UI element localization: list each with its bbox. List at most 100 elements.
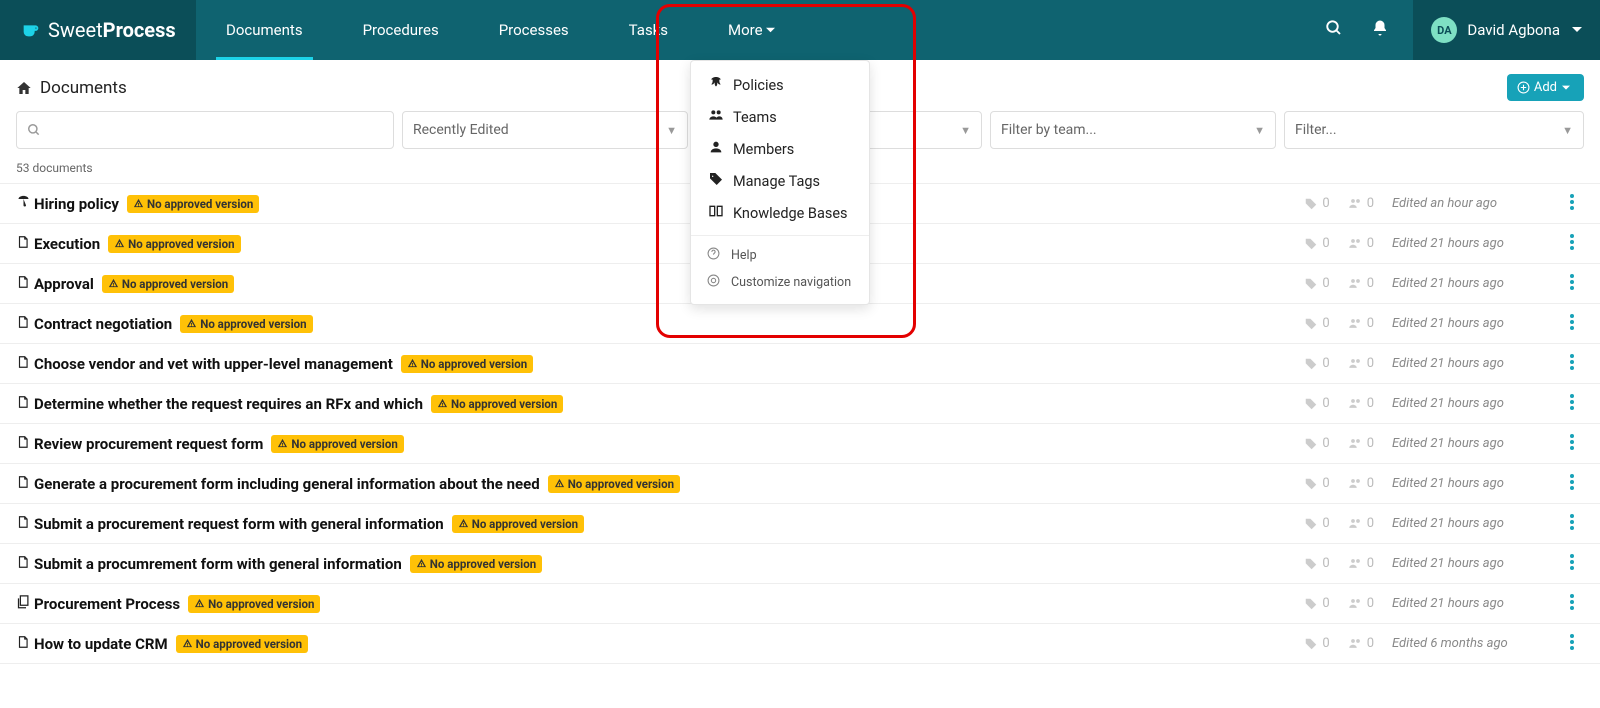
status-badge: No approved version bbox=[410, 555, 542, 573]
document-row[interactable]: Determine whether the request requires a… bbox=[0, 384, 1600, 424]
tag-count: 0 bbox=[1304, 436, 1329, 451]
document-row[interactable]: Submit a procurement request form with g… bbox=[0, 504, 1600, 544]
tag-count: 0 bbox=[1304, 196, 1329, 211]
more-dropdown: PoliciesTeamsMembers Manage Tags Knowledge… bbox=[690, 60, 870, 305]
row-actions-menu[interactable] bbox=[1560, 234, 1584, 254]
dropdown-item-knowledge-bases[interactable]: Knowledge Bases bbox=[691, 197, 869, 229]
dropdown-item-label: Manage Tags bbox=[733, 173, 820, 190]
bell-icon[interactable] bbox=[1357, 19, 1403, 41]
row-actions-menu[interactable] bbox=[1560, 354, 1584, 374]
members-icon bbox=[707, 139, 725, 159]
doc-icon bbox=[16, 634, 34, 653]
edited-time: Edited 21 hours ago bbox=[1392, 436, 1542, 451]
row-meta: 00Edited 21 hours ago bbox=[1304, 314, 1584, 334]
document-row[interactable]: Procurement ProcessNo approved version00… bbox=[0, 584, 1600, 624]
tag-count: 0 bbox=[1304, 316, 1329, 331]
search-input[interactable] bbox=[16, 111, 394, 149]
badge-label: No approved version bbox=[451, 397, 557, 411]
search-icon[interactable] bbox=[1311, 19, 1357, 41]
row-actions-menu[interactable] bbox=[1560, 514, 1584, 534]
tag-count: 0 bbox=[1304, 476, 1329, 491]
badge-label: No approved version bbox=[147, 197, 253, 211]
nav-item-tasks[interactable]: Tasks bbox=[599, 0, 698, 60]
brand-text-1: Sweet bbox=[48, 18, 103, 42]
row-actions-menu[interactable] bbox=[1560, 314, 1584, 334]
nav-item-processes[interactable]: Processes bbox=[469, 0, 599, 60]
badge-label: No approved version bbox=[128, 237, 234, 251]
status-badge: No approved version bbox=[180, 315, 312, 333]
multi-icon bbox=[16, 594, 34, 613]
doc-icon bbox=[16, 554, 34, 573]
dropdown-item-manage-tags[interactable]: Manage Tags bbox=[691, 165, 869, 197]
add-button[interactable]: Add bbox=[1507, 74, 1584, 101]
edited-time: Edited 21 hours ago bbox=[1392, 396, 1542, 411]
status-badge: No approved version bbox=[102, 275, 234, 293]
document-title: Generate a procurement form including ge… bbox=[34, 475, 540, 493]
status-badge: No approved version bbox=[401, 355, 533, 373]
row-meta: 00Edited 21 hours ago bbox=[1304, 394, 1584, 414]
dropdown-item-help[interactable]: Help bbox=[691, 242, 869, 269]
nav-item-documents[interactable]: Documents bbox=[196, 0, 333, 60]
dropdown-item-label: Help bbox=[731, 248, 757, 263]
knowledge-bases-icon bbox=[707, 203, 725, 223]
edited-time: Edited 21 hours ago bbox=[1392, 316, 1542, 331]
teams-icon bbox=[707, 107, 725, 127]
row-actions-menu[interactable] bbox=[1560, 274, 1584, 294]
edited-time: Edited 21 hours ago bbox=[1392, 236, 1542, 251]
document-title: Choose vendor and vet with upper-level m… bbox=[34, 355, 393, 373]
doc-icon bbox=[16, 354, 34, 373]
row-actions-menu[interactable] bbox=[1560, 194, 1584, 214]
status-badge: No approved version bbox=[548, 475, 680, 493]
dropdown-item-customize-navigation[interactable]: Customize navigation bbox=[691, 269, 869, 296]
document-row[interactable]: How to update CRMNo approved version00Ed… bbox=[0, 624, 1600, 664]
brand-text-2: Process bbox=[103, 18, 176, 42]
document-title: Submit a procumrement form with general … bbox=[34, 555, 402, 573]
tag-filter-select[interactable]: Filter... ▼ bbox=[1284, 111, 1584, 149]
row-meta: 00Edited 21 hours ago bbox=[1304, 514, 1584, 534]
document-row[interactable]: Review procurement request formNo approv… bbox=[0, 424, 1600, 464]
tag-count: 0 bbox=[1304, 236, 1329, 251]
brand-logo[interactable]: SweetProcess bbox=[0, 0, 196, 60]
add-button-label: Add bbox=[1534, 80, 1557, 95]
row-meta: 00Edited an hour ago bbox=[1304, 194, 1584, 214]
document-row[interactable]: Choose vendor and vet with upper-level m… bbox=[0, 344, 1600, 384]
plus-circle-icon bbox=[1517, 81, 1530, 94]
sort-select[interactable]: Recently Edited ▼ bbox=[402, 111, 688, 149]
policies-icon bbox=[707, 75, 725, 95]
sort-value: Recently Edited bbox=[413, 122, 509, 138]
row-actions-menu[interactable] bbox=[1560, 594, 1584, 614]
nav-item-procedures[interactable]: Procedures bbox=[333, 0, 469, 60]
dropdown-item-label: Customize navigation bbox=[731, 275, 851, 290]
chevron-down-icon bbox=[763, 21, 776, 39]
document-title: Execution bbox=[34, 235, 100, 253]
document-row[interactable]: Generate a procurement form including ge… bbox=[0, 464, 1600, 504]
row-actions-menu[interactable] bbox=[1560, 394, 1584, 414]
document-row[interactable]: Contract negotiationNo approved version0… bbox=[0, 304, 1600, 344]
row-meta: 00Edited 21 hours ago bbox=[1304, 474, 1584, 494]
edited-time: Edited 21 hours ago bbox=[1392, 516, 1542, 531]
dropdown-item-teams[interactable]: Teams bbox=[691, 101, 869, 133]
tag-count: 0 bbox=[1304, 596, 1329, 611]
badge-label: No approved version bbox=[208, 597, 314, 611]
member-count: 0 bbox=[1348, 356, 1374, 371]
user-name: David Agbona bbox=[1467, 21, 1560, 39]
user-menu[interactable]: DA David Agbona bbox=[1413, 0, 1600, 60]
document-title: Procurement Process bbox=[34, 595, 180, 613]
dropdown-item-members[interactable]: Members bbox=[691, 133, 869, 165]
tag-count: 0 bbox=[1304, 516, 1329, 531]
row-meta: 00Edited 21 hours ago bbox=[1304, 434, 1584, 454]
row-meta: 00Edited 21 hours ago bbox=[1304, 354, 1584, 374]
row-actions-menu[interactable] bbox=[1560, 434, 1584, 454]
document-row[interactable]: Submit a procumrement form with general … bbox=[0, 544, 1600, 584]
document-title: Review procurement request form bbox=[34, 435, 263, 453]
status-badge: No approved version bbox=[452, 515, 584, 533]
top-navigation: SweetProcess DocumentsProceduresProcesse… bbox=[0, 0, 1600, 60]
row-actions-menu[interactable] bbox=[1560, 554, 1584, 574]
nav-item-more[interactable]: More bbox=[698, 0, 805, 60]
dropdown-item-policies[interactable]: Policies bbox=[691, 69, 869, 101]
team-filter-select[interactable]: Filter by team... ▼ bbox=[990, 111, 1276, 149]
member-count: 0 bbox=[1348, 636, 1374, 651]
home-icon bbox=[16, 80, 32, 96]
row-actions-menu[interactable] bbox=[1560, 474, 1584, 494]
row-actions-menu[interactable] bbox=[1560, 634, 1584, 654]
